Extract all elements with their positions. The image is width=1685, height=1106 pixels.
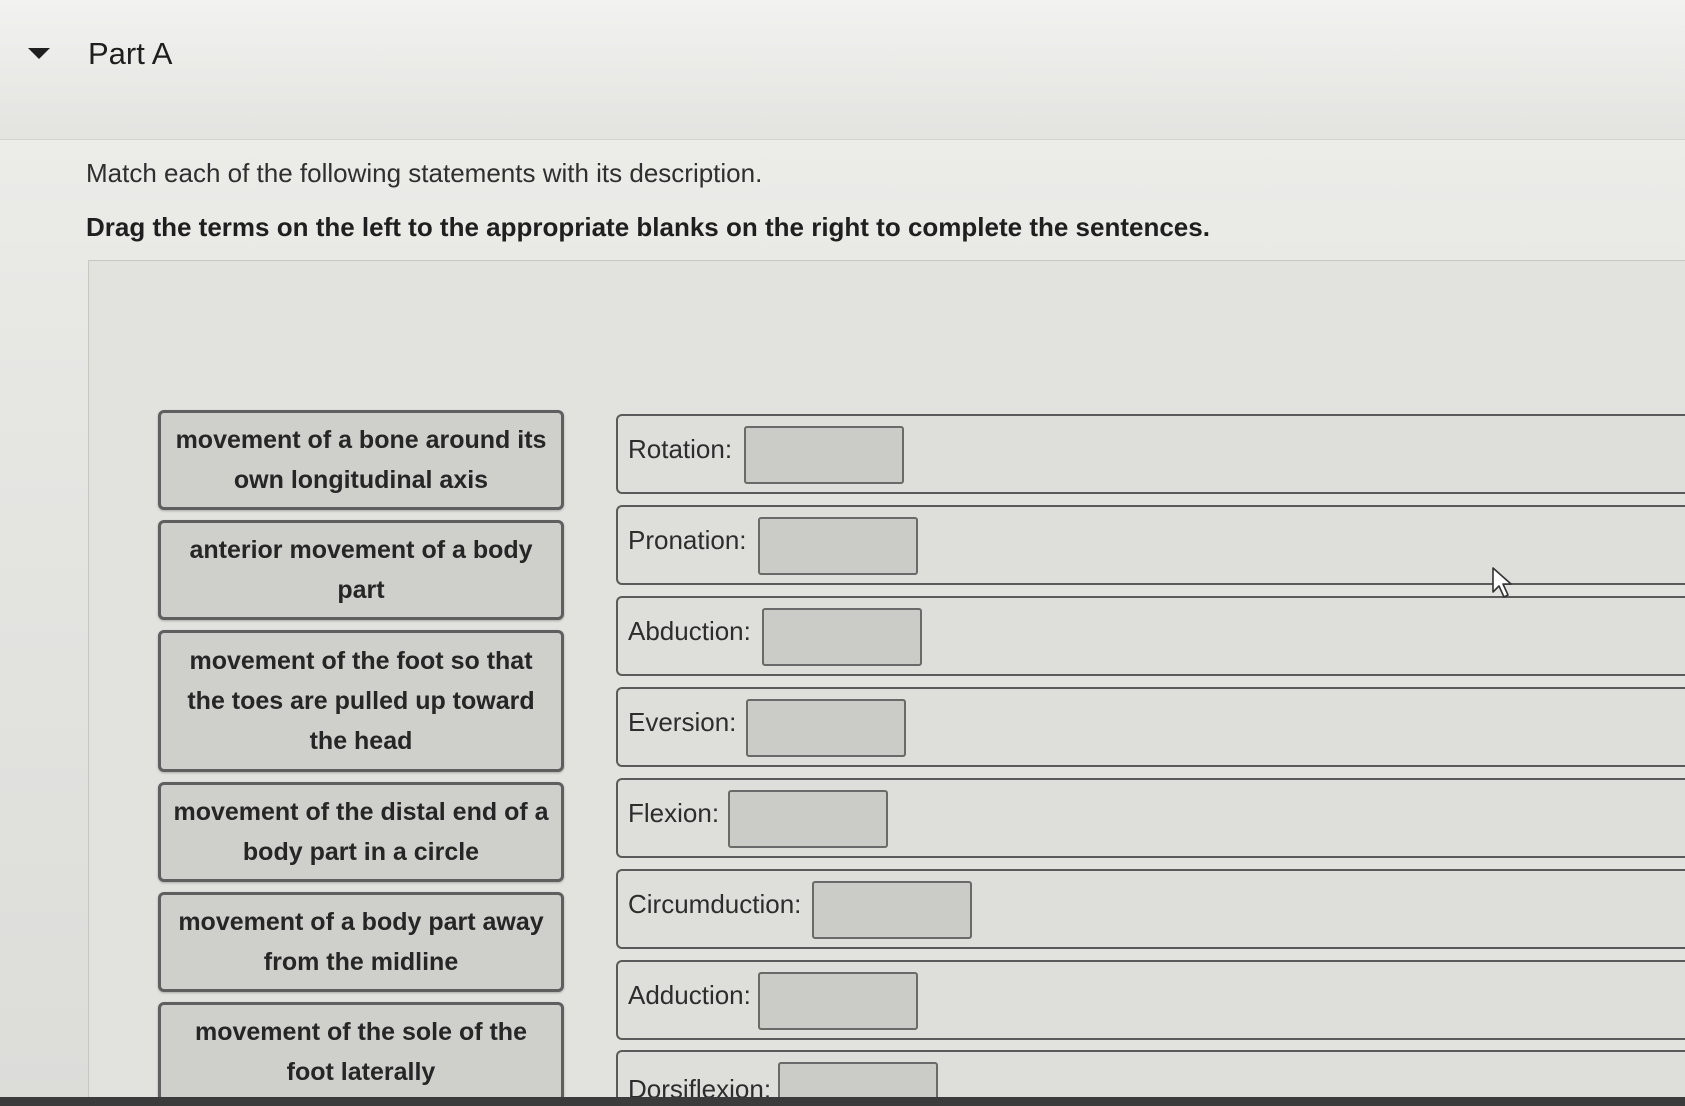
row-label: Adduction: <box>628 980 751 1010</box>
row-label: Flexion: <box>628 798 720 828</box>
target-row-abduction: Abduction: <box>616 596 1685 676</box>
drop-blank[interactable] <box>744 426 904 484</box>
row-label: Rotation: <box>628 434 733 464</box>
drop-blank[interactable] <box>746 699 906 757</box>
draggable-term[interactable]: movement of the sole of the foot lateral… <box>158 1002 564 1102</box>
instruction-bold-text: Drag the terms on the left to the approp… <box>86 212 1210 242</box>
draggable-term[interactable]: movement of a body part away from the mi… <box>158 892 564 992</box>
draggable-term[interactable]: anterior movement of a body part <box>158 520 564 620</box>
mouse-cursor-icon <box>1492 567 1512 598</box>
row-label: Pronation: <box>628 525 747 555</box>
instruction-text: Match each of the following statements w… <box>86 158 763 188</box>
draggable-term[interactable]: movement of the distal end of a body par… <box>158 782 564 882</box>
target-row-pronation: Pronation: <box>616 505 1685 585</box>
part-title[interactable]: Part A <box>88 36 172 72</box>
row-label: Abduction: <box>628 616 751 646</box>
drop-blank[interactable] <box>728 790 888 848</box>
target-row-rotation: Rotation: <box>616 414 1685 494</box>
target-row-circumduction: Circumduction: <box>616 869 1685 949</box>
target-row-flexion: Flexion: <box>616 778 1685 858</box>
row-label: Eversion: <box>628 707 737 737</box>
draggable-term[interactable]: movement of the foot so that the toes ar… <box>158 630 564 772</box>
row-label: Circumduction: <box>628 889 802 919</box>
page: Part A Match each of the following state… <box>0 0 1685 1106</box>
collapse-caret-icon[interactable] <box>28 48 50 59</box>
part-header: Part A <box>0 0 1685 140</box>
drop-blank[interactable] <box>762 608 922 666</box>
target-row-adduction: Adduction: <box>616 960 1685 1040</box>
drop-blank[interactable] <box>758 517 918 575</box>
drop-blank[interactable] <box>812 881 972 939</box>
draggable-term[interactable]: movement of a bone around its own longit… <box>158 410 564 510</box>
drop-blank[interactable] <box>758 972 918 1030</box>
screen-bottom-edge <box>0 1097 1685 1106</box>
target-row-eversion: Eversion: <box>616 687 1685 767</box>
